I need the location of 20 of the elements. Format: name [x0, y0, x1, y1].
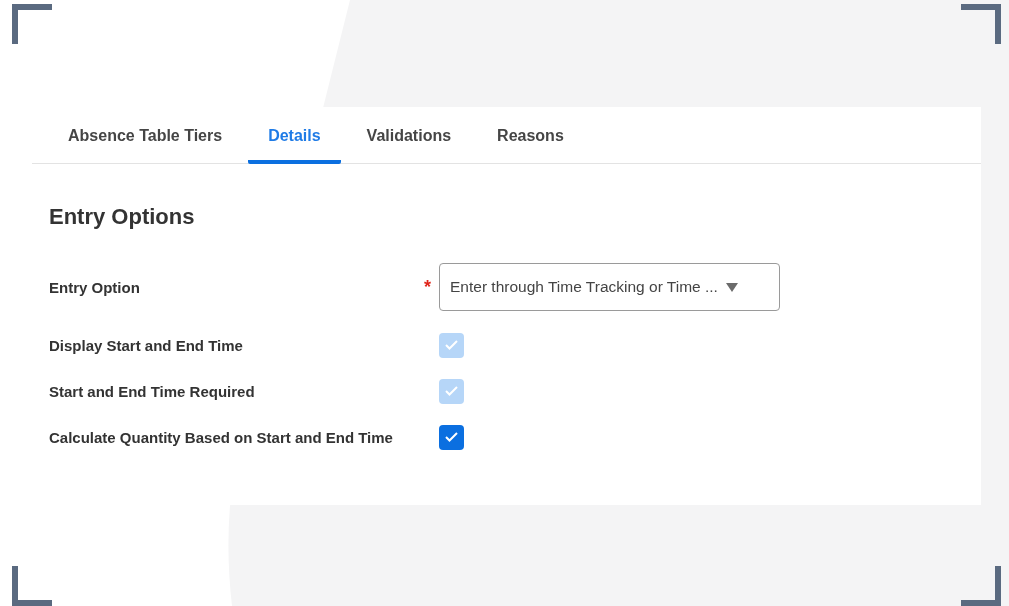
field-label: Start and End Time Required [49, 382, 256, 400]
field-label: Calculate Quantity Based on Start and End Time [49, 428, 394, 446]
tab[interactable]: Validations [346, 107, 472, 164]
corner-bracket-icon [12, 4, 52, 44]
corner-bracket-icon [961, 566, 1001, 606]
check-icon [445, 432, 458, 442]
checkbox[interactable] [439, 424, 464, 450]
field-label: Display Start and End Time [49, 336, 244, 354]
entry-option-dropdown[interactable]: Enter through Time Tracking or Time ... [439, 263, 780, 311]
check-icon [445, 386, 458, 396]
tab[interactable]: Reasons [477, 107, 584, 164]
tab[interactable]: Details [248, 107, 341, 164]
field-label: Entry Option [49, 278, 141, 296]
section-title: Entry Options [49, 204, 196, 230]
tab[interactable]: Absence Table Tiers [48, 107, 243, 164]
required-mark: * [423, 276, 432, 298]
caret-icon [725, 282, 738, 292]
corner-bracket-icon [961, 4, 1001, 44]
check-icon [445, 340, 458, 350]
corner-bracket-icon [12, 566, 52, 606]
